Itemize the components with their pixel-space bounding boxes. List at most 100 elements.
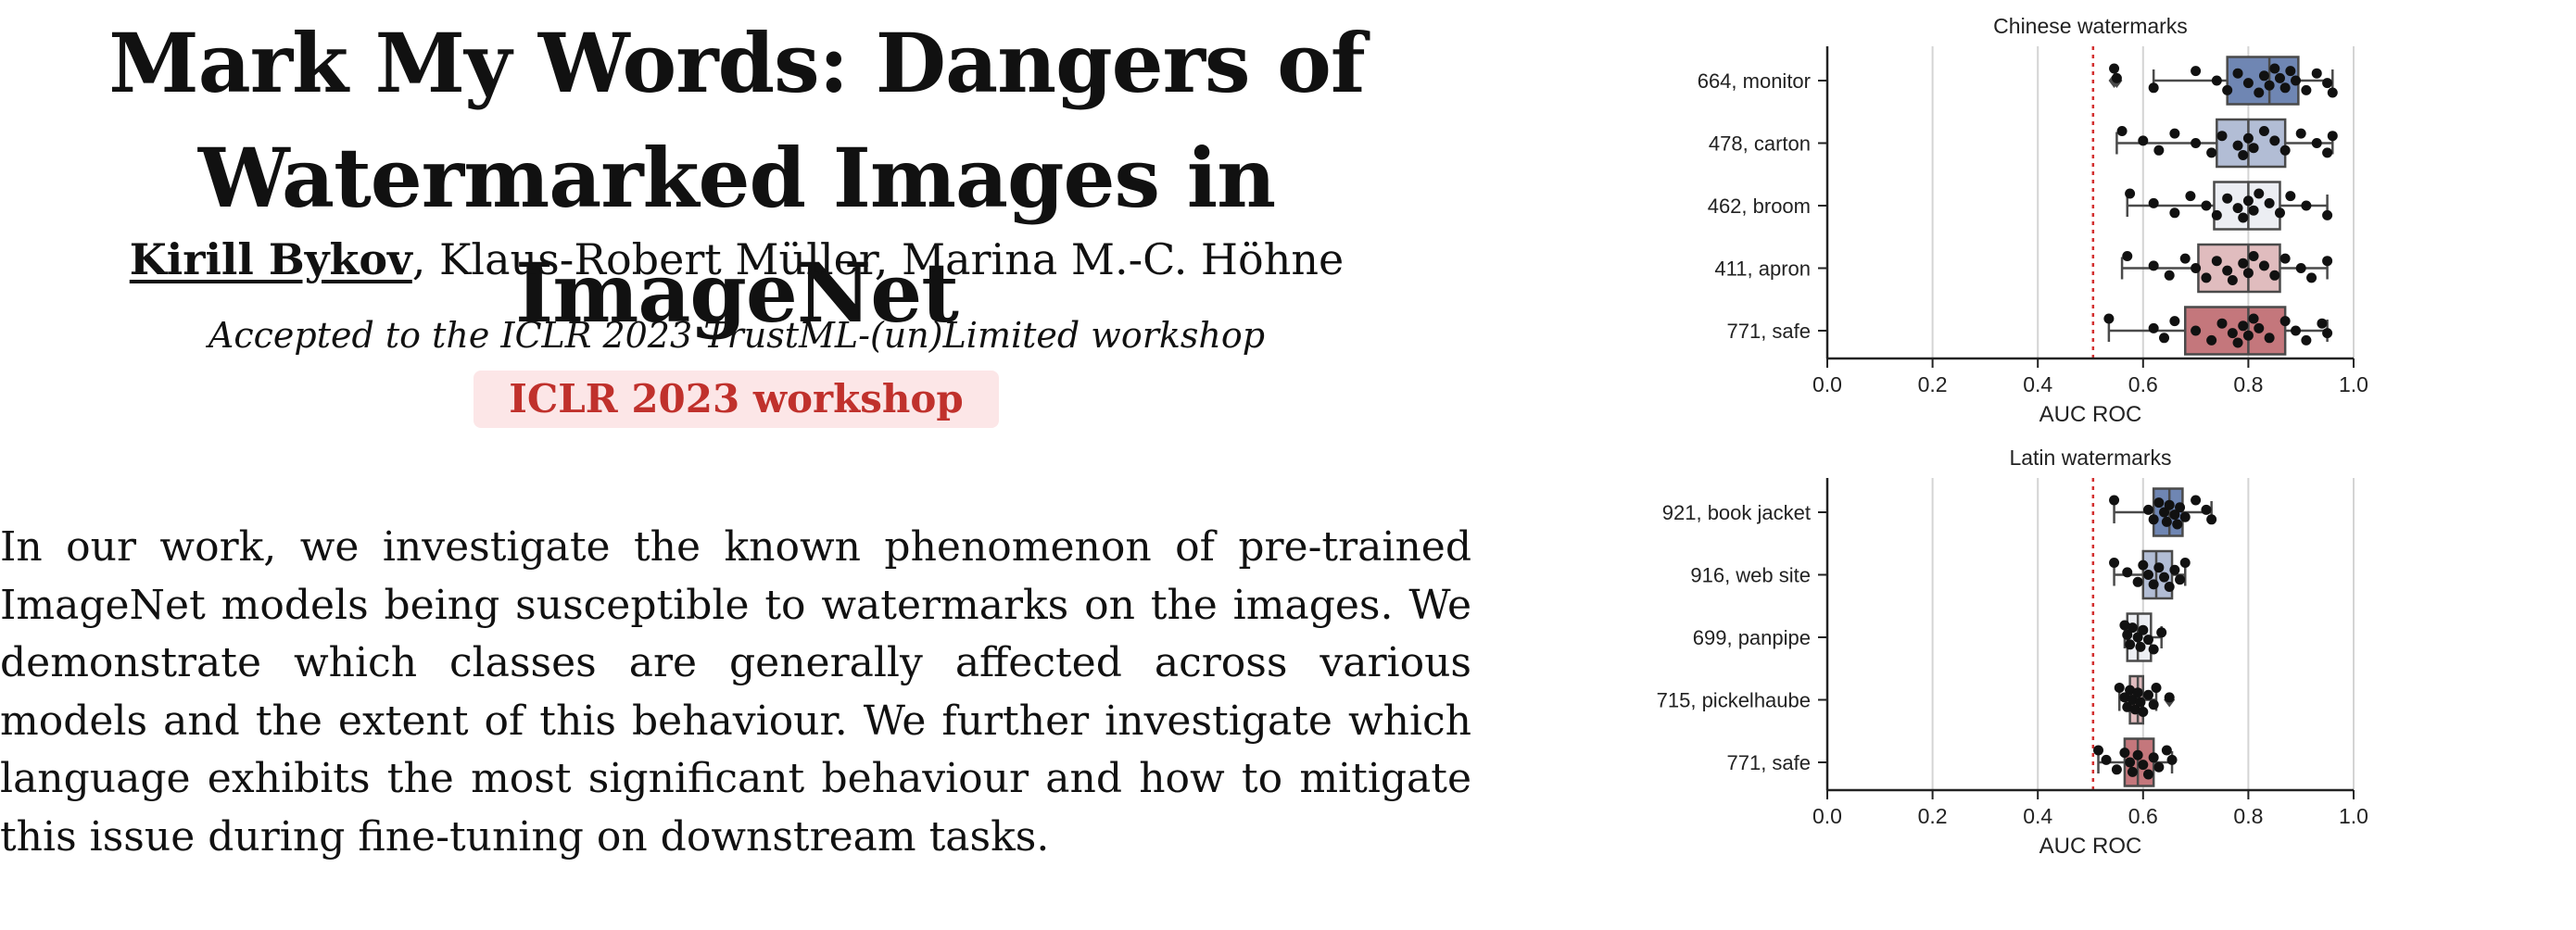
- abstract-line: language exhibits the most significant b…: [0, 755, 1471, 802]
- data-point: [2159, 333, 2170, 344]
- data-point: [2109, 63, 2120, 74]
- data-point: [2254, 322, 2265, 333]
- data-point: [2206, 147, 2217, 158]
- data-point: [2125, 188, 2136, 199]
- abstract-line: demonstrate which classes are generally …: [0, 639, 1471, 686]
- data-point: [2211, 75, 2222, 86]
- data-point: [2114, 683, 2125, 693]
- data-point: [2122, 567, 2133, 578]
- data-point: [2175, 502, 2186, 513]
- data-point: [2172, 519, 2183, 530]
- data-point: [2322, 256, 2333, 267]
- data-point: [2138, 559, 2149, 571]
- data-point: [2164, 270, 2175, 281]
- data-point: [2103, 313, 2115, 324]
- data-point: [2148, 197, 2159, 208]
- data-point: [2148, 322, 2159, 333]
- data-point: [2222, 84, 2233, 95]
- data-point: [2191, 325, 2202, 336]
- abstract: In our work, we investigate the known ph…: [0, 519, 1471, 866]
- y-tick-label: 771, safe: [1726, 320, 1811, 343]
- data-point: [2148, 644, 2159, 655]
- abstract-line: ImageNet models being susceptible to wat…: [0, 581, 1471, 629]
- data-point: [2201, 272, 2212, 283]
- data-point: [2269, 63, 2280, 74]
- data-point: [2248, 205, 2259, 216]
- data-point: [2227, 328, 2238, 339]
- data-point: [2138, 624, 2149, 635]
- x-tick-label: 0.4: [2023, 372, 2052, 396]
- data-point: [2279, 145, 2291, 156]
- data-point: [2127, 622, 2138, 634]
- data-point: [2101, 754, 2112, 765]
- x-tick-label: 0.4: [2023, 804, 2052, 828]
- data-point: [2132, 576, 2143, 587]
- data-point: [2311, 138, 2322, 148]
- data-point: [2179, 511, 2191, 522]
- data-point: [2153, 761, 2165, 773]
- x-tick-label: 0.2: [1918, 372, 1948, 396]
- data-point: [2211, 256, 2222, 267]
- data-point: [2232, 68, 2243, 79]
- x-tick-label: 1.0: [2339, 804, 2368, 828]
- data-point: [2279, 316, 2291, 327]
- data-point: [2164, 499, 2175, 510]
- data-point: [2211, 209, 2222, 220]
- y-tick-label: 715, pickelhaube: [1657, 689, 1811, 712]
- y-tick-label: 478, carton: [1709, 132, 1811, 156]
- data-point: [2191, 66, 2202, 77]
- data-point: [2135, 697, 2146, 708]
- data-point: [2311, 68, 2322, 79]
- data-point: [2093, 745, 2104, 756]
- data-point: [2142, 635, 2153, 646]
- data-point: [2227, 275, 2238, 285]
- data-point: [2111, 72, 2122, 83]
- data-point: [2222, 193, 2233, 204]
- data-point: [2306, 272, 2317, 283]
- data-point: [2109, 558, 2120, 568]
- data-point: [2201, 504, 2212, 515]
- data-point: [2153, 562, 2165, 573]
- data-point: [2148, 514, 2159, 525]
- x-tick-label: 0.8: [2233, 804, 2263, 828]
- data-point: [2135, 641, 2146, 652]
- data-point: [2127, 766, 2138, 777]
- x-tick-label: 0.8: [2233, 372, 2263, 396]
- data-point: [2291, 325, 2302, 336]
- data-point: [2258, 126, 2269, 136]
- data-point: [2164, 692, 2175, 703]
- data-point: [2322, 209, 2333, 220]
- data-point: [2111, 764, 2122, 775]
- paper-title: Mark My Words: Dangers of Watermarked Im…: [0, 6, 1473, 350]
- x-tick-label: 1.0: [2339, 372, 2368, 396]
- data-point: [2166, 754, 2178, 765]
- y-tick-label: 411, apron: [1714, 258, 1811, 281]
- data-point: [2161, 516, 2172, 527]
- data-point: [2132, 749, 2143, 760]
- data-point: [2142, 570, 2153, 580]
- acceptance-note: Accepted to the ICLR 2023 TrustML-(un)Li…: [208, 315, 1266, 356]
- x-tick-label: 0.6: [2128, 804, 2158, 828]
- x-tick-label: 0.0: [1812, 372, 1842, 396]
- co-authors: , Klaus-Robert Müller, Marina M.-C. Höhn…: [411, 234, 1345, 284]
- data-point: [2322, 78, 2333, 89]
- x-axis-label: AUC ROC: [2039, 834, 2142, 859]
- x-tick-label: 0.0: [1812, 804, 1842, 828]
- data-point: [2116, 126, 2128, 136]
- data-point: [2125, 757, 2136, 768]
- data-point: [2248, 251, 2259, 261]
- data-point: [2301, 84, 2312, 95]
- data-point: [2164, 582, 2175, 592]
- chinese-watermarks-chart: Chinese watermarks 0.0 0.2 0.4 0.6 0.8 1.0 AUC …: [1698, 14, 2368, 427]
- data-point: [2138, 707, 2149, 717]
- data-point: [2191, 138, 2202, 148]
- data-point: [2285, 191, 2296, 202]
- data-point: [2122, 251, 2133, 261]
- y-tick-label: 664, monitor: [1698, 69, 1811, 93]
- data-point: [2216, 131, 2228, 142]
- data-point: [2295, 128, 2306, 139]
- data-point: [2206, 514, 2217, 525]
- data-point: [2301, 200, 2312, 211]
- first-author: Kirill Bykov: [129, 234, 412, 284]
- data-point: [2148, 752, 2159, 763]
